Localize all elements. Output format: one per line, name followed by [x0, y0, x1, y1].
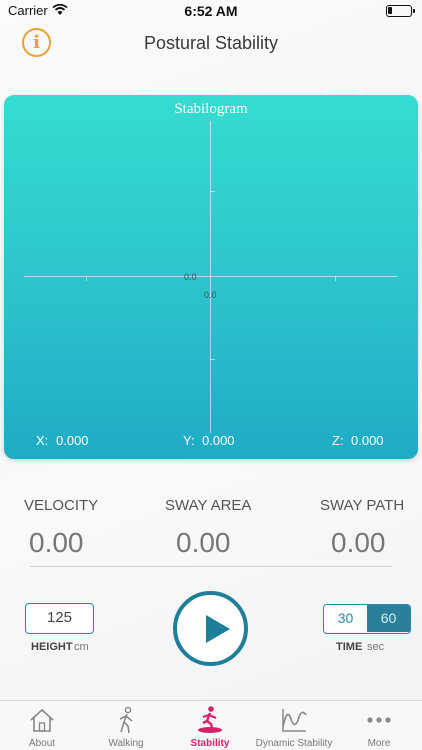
- wave-icon: [282, 709, 307, 732]
- y-readout-label: Y:: [183, 433, 195, 448]
- tab-stability[interactable]: Stability: [168, 701, 252, 750]
- sway-path-label: SWAY PATH: [320, 497, 405, 514]
- y-axis-origin-label: 0.0: [204, 290, 217, 300]
- tab-walking[interactable]: Walking: [84, 701, 168, 750]
- tab-about-label: About: [28, 738, 56, 749]
- stabilogram-y-axis: [210, 121, 211, 433]
- tab-more-label: More: [367, 738, 391, 749]
- nav-bar: i Postural Stability: [0, 22, 422, 66]
- page-title: Postural Stability: [143, 33, 279, 53]
- play-icon: [206, 615, 230, 643]
- y-readout-value: 0.000: [202, 433, 235, 448]
- height-input[interactable]: 125: [25, 603, 94, 634]
- time-option-60[interactable]: 60: [367, 605, 410, 632]
- x-readout-label: X:: [36, 433, 49, 448]
- height-unit: cm: [74, 641, 89, 653]
- y-axis-tick: [210, 359, 215, 360]
- balance-board-icon: [198, 706, 222, 733]
- battery-icon: [386, 5, 415, 17]
- height-label: HEIGHT: [31, 641, 73, 653]
- x-axis-origin-label: 0.0: [184, 272, 197, 282]
- time-unit: sec: [367, 641, 385, 653]
- x-readout-value: 0.000: [56, 433, 89, 448]
- tab-bar: About Walking Stability Dynamic Stabilit…: [0, 700, 422, 750]
- y-axis-tick: [210, 191, 215, 192]
- sway-area-label: SWAY AREA: [165, 497, 252, 514]
- z-readout-label: Z:: [332, 433, 344, 448]
- z-readout-value: 0.000: [351, 433, 384, 448]
- velocity-label: VELOCITY: [24, 497, 99, 514]
- play-button[interactable]: [173, 591, 248, 666]
- status-time: 6:52 AM: [184, 3, 238, 19]
- tab-walking-label: Walking: [108, 738, 144, 749]
- more-dots-icon: [367, 717, 391, 723]
- tab-about[interactable]: About: [0, 701, 84, 750]
- stabilogram-panel: Stabilogram 0.0 0.0 X: 0.000 Y: 0.000 Z:…: [4, 95, 418, 459]
- time-label: TIME: [336, 641, 363, 653]
- walking-icon: [119, 706, 133, 734]
- battery-level: [388, 7, 392, 14]
- metrics-divider: [30, 566, 392, 567]
- velocity-value: 0.00: [29, 527, 84, 558]
- time-segmented-control[interactable]: 30 60: [323, 604, 411, 634]
- x-axis-tick: [335, 276, 336, 281]
- stabilogram-title: Stabilogram: [174, 101, 248, 117]
- sway-path-value: 0.00: [331, 527, 386, 558]
- house-icon: [30, 708, 54, 732]
- status-bar: Carrier 6:52 AM: [0, 0, 422, 22]
- tab-more[interactable]: More: [336, 701, 422, 750]
- sway-area-value: 0.00: [176, 527, 231, 558]
- tab-dynamic-stability-label: Dynamic Stability: [255, 738, 333, 749]
- tab-stability-label: Stability: [190, 738, 230, 749]
- x-axis-tick: [86, 276, 87, 281]
- stabilogram-x-axis: [24, 276, 398, 277]
- tab-dynamic-stability[interactable]: Dynamic Stability: [252, 701, 336, 750]
- time-option-30[interactable]: 30: [324, 605, 367, 632]
